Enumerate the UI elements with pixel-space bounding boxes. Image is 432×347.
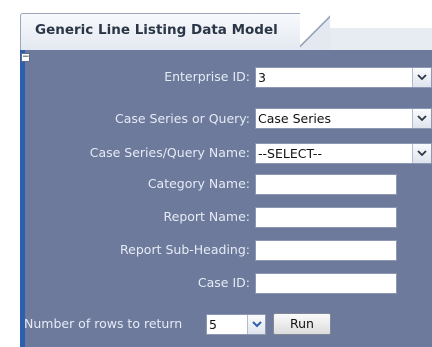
report-sub-heading-input[interactable] bbox=[255, 240, 397, 261]
collapse-toggle-icon[interactable]: − bbox=[21, 53, 30, 62]
tab-generic-line-listing[interactable]: Generic Line Listing Data Model bbox=[20, 13, 316, 50]
chevron-down-icon[interactable] bbox=[412, 68, 431, 87]
chevron-down-icon[interactable] bbox=[412, 144, 431, 163]
rows-to-return-select[interactable]: 5 bbox=[206, 314, 266, 335]
report-name-label: Report Name: bbox=[163, 209, 251, 224]
case-series-query-name-select[interactable]: --SELECT-- bbox=[255, 143, 432, 164]
case-series-or-query-value: Case Series bbox=[258, 111, 332, 126]
enterprise-id-value: 3 bbox=[258, 70, 266, 85]
case-series-query-name-label: Case Series/Query Name: bbox=[89, 145, 250, 160]
chevron-down-icon[interactable] bbox=[412, 109, 431, 128]
tab-strip-background bbox=[312, 28, 432, 50]
report-name-input[interactable] bbox=[255, 207, 397, 228]
rows-to-return-label: Number of rows to return bbox=[24, 316, 183, 331]
case-id-label: Case ID: bbox=[197, 275, 250, 290]
rows-to-return-value: 5 bbox=[209, 317, 217, 332]
run-button[interactable]: Run bbox=[273, 313, 331, 335]
category-name-label: Category Name: bbox=[147, 176, 250, 191]
case-series-query-name-value: --SELECT-- bbox=[258, 146, 322, 161]
tab-strip: Generic Line Listing Data Model bbox=[0, 0, 432, 50]
case-series-or-query-select[interactable]: Case Series bbox=[255, 108, 432, 129]
category-name-input[interactable] bbox=[255, 174, 397, 195]
tab-label: Generic Line Listing Data Model bbox=[35, 22, 278, 38]
case-series-or-query-label: Case Series or Query: bbox=[114, 111, 250, 126]
form-panel bbox=[20, 50, 432, 347]
enterprise-id-select[interactable]: 3 bbox=[255, 67, 432, 88]
enterprise-id-label: Enterprise ID: bbox=[164, 69, 250, 84]
chevron-down-icon[interactable] bbox=[247, 315, 265, 334]
case-id-input[interactable] bbox=[255, 273, 397, 294]
tab-fold bbox=[300, 13, 330, 50]
report-sub-heading-label: Report Sub-Heading: bbox=[120, 242, 250, 257]
panel-accent-bar bbox=[20, 50, 25, 347]
